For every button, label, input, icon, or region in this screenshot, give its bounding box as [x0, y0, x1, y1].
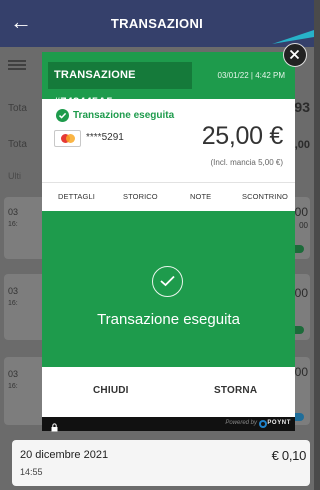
close-dialog-button[interactable]: CHIUDI — [93, 385, 129, 396]
dialog-actions: CHIUDI STORNA — [42, 367, 295, 417]
list-item[interactable]: 20 dicembre 2021 14:55 € 0,10 — [12, 440, 310, 486]
transaction-detail-dialog: TRANSAZIONE #748445A5 03/01/22 | 4:42 PM… — [42, 52, 295, 417]
tab-scontrino[interactable]: SCONTRINO — [242, 192, 288, 201]
poynt-logo-icon — [259, 420, 267, 428]
check-icon — [152, 266, 183, 297]
powered-by-label: Powered by — [225, 420, 257, 426]
detail-tabs: DETTAGLI STORICO NOTE SCONTRINO — [42, 182, 295, 211]
filter-icon — [8, 58, 26, 75]
page-title: TRANSAZIONI — [110, 16, 204, 31]
tab-note[interactable]: NOTE — [190, 192, 211, 201]
transaction-datetime: 03/01/22 | 4:42 PM — [217, 71, 285, 80]
mastercard-icon — [54, 130, 81, 147]
success-panel: Transazione eseguita — [42, 211, 295, 367]
status-text: Transazione eseguita — [73, 110, 175, 121]
card-number: ****5291 — [86, 132, 124, 143]
dialog-footer: Powered by POYNT — [42, 417, 295, 432]
tab-storico[interactable]: STORICO — [123, 192, 158, 201]
tip-note: (Incl. mancia 5,00 €) — [210, 158, 283, 167]
close-icon[interactable] — [283, 43, 307, 67]
tab-dettagli[interactable]: DETTAGLI — [58, 192, 95, 201]
transaction-id: TRANSAZIONE #748445A5 — [48, 62, 192, 108]
check-circle-icon — [56, 109, 69, 122]
app-bar: ← TRANSAZIONI — [0, 0, 314, 47]
reverse-transaction-button[interactable]: STORNA — [214, 385, 257, 396]
transaction-amount: 25,00 € — [201, 122, 284, 150]
success-message: Transazione eseguita — [97, 311, 240, 328]
poynt-brand: POYNT — [267, 420, 291, 426]
dialog-header: TRANSAZIONE #748445A5 03/01/22 | 4:42 PM — [42, 52, 295, 108]
lock-icon — [51, 419, 58, 437]
